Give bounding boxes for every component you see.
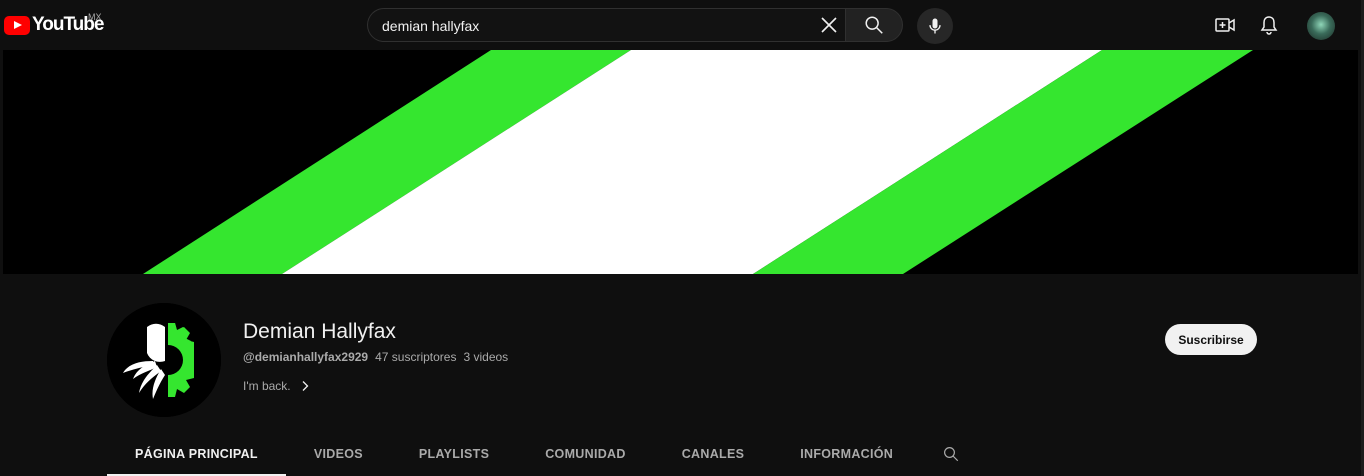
tab-channels[interactable]: CANALES bbox=[654, 432, 773, 476]
channel-banner bbox=[3, 50, 1358, 274]
channel-tabs: PÁGINA PRINCIPAL VIDEOS PLAYLISTS COMUNI… bbox=[107, 432, 981, 476]
search-icon bbox=[865, 16, 883, 34]
tab-videos[interactable]: VIDEOS bbox=[286, 432, 391, 476]
bell-icon[interactable] bbox=[1257, 13, 1281, 37]
voice-search-button[interactable] bbox=[917, 8, 953, 44]
channel-name: Demian Hallyfax bbox=[243, 320, 396, 343]
channel-description-text: I'm back. bbox=[243, 379, 291, 393]
search-icon bbox=[944, 447, 959, 462]
chevron-right-icon bbox=[302, 381, 309, 391]
subscriber-count: 47 suscriptores bbox=[375, 350, 457, 364]
subscribe-button[interactable]: Suscribirse bbox=[1165, 324, 1257, 355]
channel-handle: @demianhallyfax2929 bbox=[243, 350, 369, 364]
tab-community[interactable]: COMUNIDAD bbox=[517, 432, 653, 476]
search-input[interactable]: demian hallyfax bbox=[367, 8, 845, 42]
create-video-icon[interactable] bbox=[1213, 13, 1237, 37]
channel-search-button[interactable] bbox=[921, 432, 981, 476]
video-count: 3 videos bbox=[463, 350, 509, 364]
top-bar: YouTube MX demian hallyfax bbox=[0, 0, 1364, 50]
tab-playlists[interactable]: PLAYLISTS bbox=[391, 432, 517, 476]
tab-about[interactable]: INFORMACIÓN bbox=[772, 432, 921, 476]
account-avatar[interactable] bbox=[1307, 12, 1335, 40]
search-button[interactable] bbox=[845, 8, 903, 42]
youtube-play-icon bbox=[4, 15, 30, 35]
tab-home[interactable]: PÁGINA PRINCIPAL bbox=[107, 432, 286, 476]
channel-avatar[interactable] bbox=[107, 303, 221, 417]
channel-description[interactable]: I'm back. bbox=[243, 379, 311, 393]
channel-meta: @demianhallyfax2929 47 suscriptores 3 vi… bbox=[243, 350, 508, 364]
mic-icon bbox=[929, 18, 941, 34]
search-query[interactable]: demian hallyfax bbox=[382, 18, 479, 34]
country-code: MX bbox=[88, 12, 102, 22]
banner-stripes bbox=[3, 50, 1358, 274]
gear-octopus-logo-icon bbox=[107, 303, 221, 417]
close-icon[interactable] bbox=[817, 13, 841, 37]
